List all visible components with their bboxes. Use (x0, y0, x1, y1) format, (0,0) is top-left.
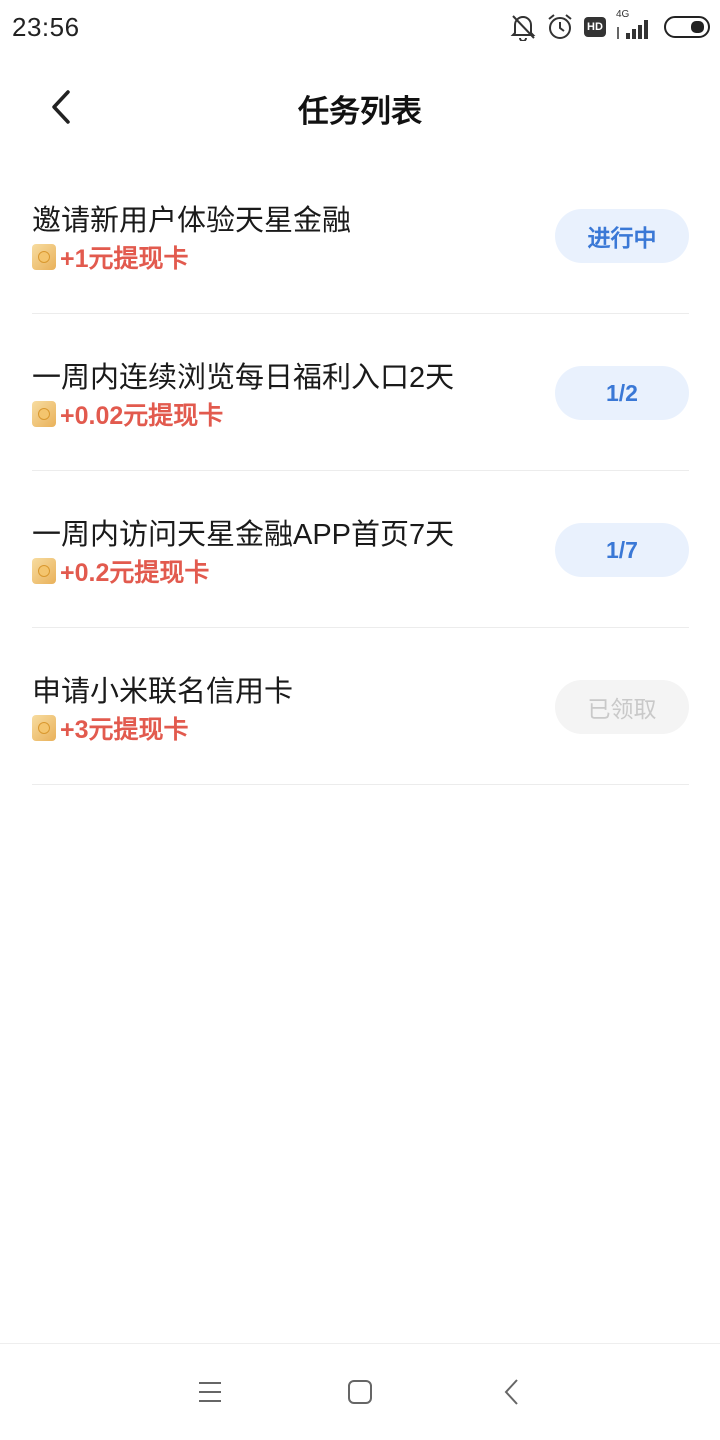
task-reward: +1元提现卡 (32, 241, 189, 273)
screen: 23:56 HD 4G 任务列表 邀请新用户体验天星金融 +1元提现卡 进行中 … (0, 0, 720, 1440)
status-time: 23:56 (12, 12, 80, 42)
task-title: 邀请新用户体验天星金融 (32, 205, 352, 237)
coin-icon (32, 401, 56, 427)
page-title: 任务列表 (298, 94, 422, 129)
task-reward: +0.2元提现卡 (32, 555, 209, 587)
task-title: 一周内连续浏览每日福利入口2天 (32, 362, 455, 394)
nav-back-button[interactable] (492, 1372, 532, 1412)
coin-icon (32, 715, 56, 741)
coin-icon (32, 558, 56, 584)
task-item-credit-card: 申请小米联名信用卡 +3元提现卡 已领取 (32, 628, 689, 785)
reward-text: +0.02元提现卡 (60, 402, 224, 430)
task-title: 一周内访问天星金融APP首页7天 (32, 519, 455, 551)
battery-icon (664, 15, 710, 39)
task-reward: +0.02元提现卡 (32, 398, 223, 430)
coin-icon (32, 244, 56, 270)
header: 任务列表 (0, 60, 720, 156)
system-nav-bar (0, 1343, 720, 1440)
task-progress-button[interactable]: 1/2 (555, 366, 689, 420)
task-claimed-button[interactable]: 已领取 (555, 680, 689, 734)
task-progress-button[interactable]: 1/7 (555, 523, 689, 577)
menu-icon (199, 1382, 221, 1402)
reward-text: +1元提现卡 (60, 245, 189, 273)
home-square-icon (348, 1380, 372, 1404)
hd-icon: HD (584, 17, 606, 37)
reward-text: +3元提现卡 (60, 716, 189, 744)
signal-icon: 4G (616, 9, 654, 41)
status-icons: HD 4G (510, 9, 710, 44)
menu-button[interactable] (190, 1372, 230, 1412)
task-item-browse: 一周内连续浏览每日福利入口2天 +0.02元提现卡 1/2 (32, 314, 689, 471)
task-title: 申请小米联名信用卡 (32, 676, 294, 708)
home-button[interactable] (340, 1372, 380, 1412)
task-list: 邀请新用户体验天星金融 +1元提现卡 进行中 一周内连续浏览每日福利入口2天 +… (32, 157, 689, 785)
alarm-clock-icon (546, 13, 574, 41)
task-status-button[interactable]: 进行中 (555, 209, 689, 263)
status-bar: 23:56 HD 4G (0, 0, 720, 56)
task-item-invite: 邀请新用户体验天星金融 +1元提现卡 进行中 (32, 157, 689, 314)
back-triangle-icon (504, 1379, 518, 1405)
bell-off-icon (510, 13, 536, 41)
task-reward: +3元提现卡 (32, 712, 189, 744)
task-item-visit: 一周内访问天星金融APP首页7天 +0.2元提现卡 1/7 (32, 471, 689, 628)
reward-text: +0.2元提现卡 (60, 559, 210, 587)
